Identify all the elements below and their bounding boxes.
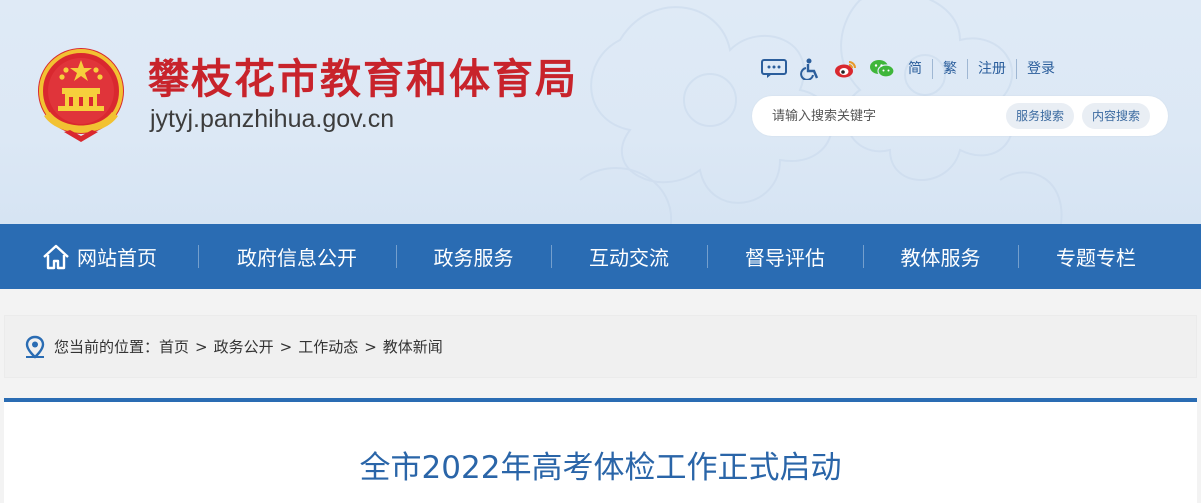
site-title: 攀枝花市教育和体育局 <box>148 55 578 103</box>
breadcrumb-gov-affairs[interactable]: 政务公开 <box>214 336 274 357</box>
weibo-icon[interactable] <box>832 56 860 82</box>
simplified-chinese-link[interactable]: 简 <box>904 59 932 79</box>
search-input[interactable] <box>772 102 1002 130</box>
breadcrumb-education-news[interactable]: 教体新闻 <box>383 336 443 357</box>
breadcrumb-home[interactable]: 首页 <box>159 336 189 357</box>
nav-label: 政府信息公开 <box>237 246 357 270</box>
breadcrumb-separator: > <box>195 337 208 356</box>
wechat-icon[interactable] <box>868 56 896 82</box>
article-title: 全市2022年高考体检工作正式启动 <box>359 450 842 486</box>
nav-label: 互动交流 <box>589 246 669 270</box>
home-icon <box>41 243 71 271</box>
utility-toolbar: 简 繁 注册 登录 <box>760 56 1065 82</box>
nav-item-gov-info[interactable]: 政府信息公开 <box>198 224 396 289</box>
login-link[interactable]: 登录 <box>1016 59 1065 79</box>
breadcrumb-separator: > <box>364 337 377 356</box>
message-icon[interactable] <box>760 56 788 82</box>
nav-label: 政务服务 <box>433 246 514 270</box>
register-link[interactable]: 注册 <box>967 59 1016 79</box>
service-search-button[interactable]: 服务搜索 <box>1006 103 1075 129</box>
site-domain: jytyj.panzhihua.gov.cn <box>150 105 395 133</box>
nav-item-gov-services[interactable]: 政务服务 <box>396 224 551 289</box>
breadcrumb-prefix: 您当前的位置： <box>54 338 160 356</box>
accessibility-icon[interactable] <box>796 56 824 82</box>
traditional-chinese-link[interactable]: 繁 <box>932 59 967 79</box>
national-emblem-icon <box>38 48 124 142</box>
nav-item-home[interactable]: 网站首页 <box>0 224 198 289</box>
nav-item-education-services[interactable]: 教体服务 <box>863 224 1018 289</box>
nav-label: 专题专栏 <box>1056 246 1136 270</box>
header-banner: 攀枝花市教育和体育局 jytyj.panzhihua.gov.cn 简 繁 注册… <box>0 0 1201 224</box>
main-nav: 网站首页 政府信息公开 政务服务 互动交流 督导评估 教体服务 专题专栏 <box>0 224 1201 289</box>
nav-label: 督导评估 <box>745 246 825 270</box>
breadcrumb-work-news[interactable]: 工作动态 <box>298 336 358 357</box>
nav-label: 网站首页 <box>77 246 157 270</box>
breadcrumb: 您当前的位置： 首页 > 政务公开 > 工作动态 > 教体新闻 <box>4 315 1197 378</box>
nav-item-supervision[interactable]: 督导评估 <box>707 224 863 289</box>
content-search-button[interactable]: 内容搜索 <box>1082 103 1151 129</box>
breadcrumb-separator: > <box>279 337 293 356</box>
nav-item-interaction[interactable]: 互动交流 <box>551 224 707 289</box>
location-pin-icon <box>24 335 46 359</box>
nav-item-special-topics[interactable]: 专题专栏 <box>1018 224 1174 289</box>
nav-label: 教体服务 <box>900 246 981 270</box>
search-box: 服务搜索 内容搜索 <box>752 96 1168 136</box>
article-panel: 全市2022年高考体检工作正式启动 <box>4 398 1197 503</box>
